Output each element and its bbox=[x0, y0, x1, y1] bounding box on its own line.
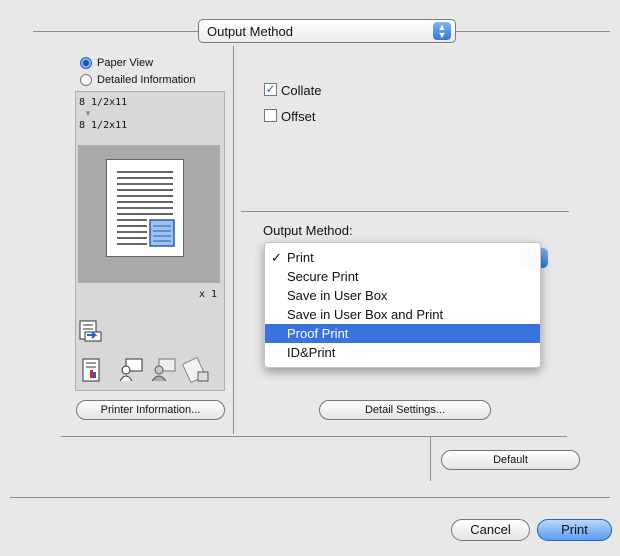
page-preview-area bbox=[78, 145, 220, 283]
checkmark-icon: ✓ bbox=[271, 250, 282, 265]
arrow-down-icon: ▼ bbox=[84, 109, 92, 118]
locked-document-icon bbox=[182, 356, 209, 384]
menu-item-proof-print[interactable]: Proof Print bbox=[265, 324, 540, 343]
menu-item-label: Save in User Box bbox=[287, 288, 388, 303]
section-popup[interactable]: Output Method ▲ ▼ bbox=[198, 19, 456, 43]
panel-divider bbox=[233, 46, 234, 434]
section-popup-label: Output Method bbox=[207, 24, 293, 39]
footer-divider bbox=[430, 437, 431, 481]
top-separator-right bbox=[456, 31, 610, 32]
menu-item-label: Proof Print bbox=[287, 326, 349, 341]
size-from: 8 1/2x11 bbox=[79, 97, 128, 108]
dialog-bottom-separator bbox=[10, 497, 610, 498]
default-button[interactable]: Default bbox=[441, 450, 580, 470]
offset-label: Offset bbox=[281, 109, 316, 124]
offset-checkbox[interactable] bbox=[264, 109, 277, 122]
right-separator bbox=[241, 211, 569, 212]
collate-label: Collate bbox=[281, 83, 322, 98]
output-method-label: Output Method: bbox=[263, 223, 353, 238]
size-to: 8 1/2x11 bbox=[79, 120, 128, 131]
popup-stepper-icon: ▲ ▼ bbox=[433, 22, 451, 40]
detailed-info-radio[interactable] bbox=[80, 74, 92, 86]
paper-view-radio[interactable] bbox=[80, 57, 92, 69]
menu-item-save-in-user-box[interactable]: Save in User Box bbox=[265, 286, 540, 305]
menu-item-secure-print[interactable]: Secure Print bbox=[265, 267, 540, 286]
print-button[interactable]: Print bbox=[537, 519, 612, 541]
menu-item-id-print[interactable]: ID&Print bbox=[265, 343, 540, 362]
menu-item-label: Secure Print bbox=[287, 269, 359, 284]
output-tray-icon bbox=[79, 320, 102, 342]
menu-item-label: ID&Print bbox=[287, 345, 336, 360]
printer-info-button[interactable]: Printer Information... bbox=[76, 400, 225, 420]
menu-item-label: Save in User Box and Print bbox=[287, 307, 444, 322]
menu-item-label: Print bbox=[287, 250, 314, 265]
copies-count: x 1 bbox=[199, 289, 218, 300]
account-icon bbox=[151, 358, 176, 382]
bottom-separator bbox=[61, 436, 567, 437]
menu-item-print[interactable]: ✓ Print bbox=[265, 248, 540, 267]
menu-item-save-in-user-box-and-print[interactable]: Save in User Box and Print bbox=[265, 305, 540, 324]
detailed-info-label: Detailed Information bbox=[97, 74, 196, 86]
collate-checkbox[interactable]: ✓ bbox=[264, 83, 277, 96]
document-icon bbox=[82, 358, 100, 382]
cancel-button[interactable]: Cancel bbox=[451, 519, 530, 541]
top-separator-left bbox=[33, 31, 198, 32]
output-method-menu[interactable]: ✓ Print Secure Print Save in User Box Sa… bbox=[264, 242, 541, 368]
user-icon bbox=[119, 358, 143, 382]
paper-view-label: Paper View bbox=[97, 57, 154, 69]
page-preview-icon bbox=[106, 159, 184, 257]
checkmark-icon: ✓ bbox=[265, 82, 276, 96]
detail-settings-button[interactable]: Detail Settings... bbox=[319, 400, 491, 420]
page-lines-icon bbox=[117, 171, 175, 247]
